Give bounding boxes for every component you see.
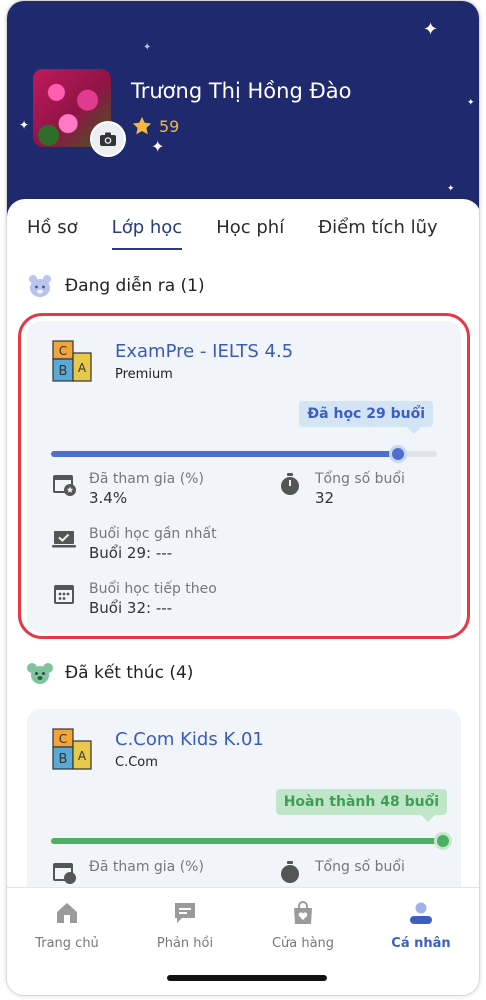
camera-icon [100,132,116,146]
nav-feedback[interactable]: Phản hồi [135,900,235,951]
app-screen: ✦ ✦ ✦ ✦ ✦ ✦ Trương Thị Hồng Đào 59 Hồ sơ… [6,0,480,996]
progress-tooltip: Hoàn thành 48 buổi [275,789,447,822]
abc-blocks-icon: C B A [52,728,92,770]
calendar-star-icon [53,863,76,884]
home-indicator [167,975,327,981]
home-icon [57,903,77,923]
sparkle-icon: ✦ [151,137,165,156]
nav-home[interactable]: Trang chủ [17,900,117,951]
shopping-bag-icon [294,901,312,924]
tab-classes[interactable]: Lớp học [111,217,183,250]
total-sessions-stat: Tổng số buổi [277,859,405,885]
nav-label: Trang chủ [35,936,99,951]
profile-tabs: Hồ sơ Lớp học Học phí Điểm tích lũy [27,217,438,250]
tab-tuition[interactable]: Học phí [216,217,284,250]
points-value: 59 [159,116,180,136]
profile-header: ✦ ✦ ✦ ✦ ✦ ✦ Trương Thị Hồng Đào 59 [7,1,479,226]
svg-text:C: C [59,732,67,746]
user-name: Trương Thị Hồng Đào [131,79,352,103]
message-icon [175,903,195,923]
ongoing-title: Đang diễn ra (1) [65,276,205,296]
sparkle-icon: ✦ [447,184,455,194]
course-card-finished[interactable]: C B A C.Com Kids K.01 C.Com Hoàn thành 4… [27,709,461,909]
nav-label: Phản hồi [156,936,214,951]
change-avatar-button[interactable] [90,121,126,157]
finished-title: Đã kết thúc (4) [65,663,194,683]
tab-points[interactable]: Điểm tích lũy [318,217,437,250]
reward-points: 59 [131,115,179,137]
course-type: C.Com [115,755,158,770]
nav-store[interactable]: Cửa hàng [253,900,353,951]
course-name[interactable]: C.Com Kids K.01 [115,729,264,750]
nav-profile[interactable]: Cá nhân [371,900,471,951]
ongoing-section-title: Đang diễn ra (1) [27,274,205,298]
sparkle-icon: ✦ [143,42,152,53]
participation-stat: Đã tham gia (%) [51,859,204,885]
svg-text:A: A [78,749,87,763]
svg-text:B: B [59,752,68,767]
nav-label: Cửa hàng [271,936,335,951]
progress-track [51,832,452,850]
koala-icon [27,663,53,684]
nav-label: Cá nhân [391,936,451,951]
sparkle-icon: ✦ [423,19,439,40]
total-sessions-label: Tổng số buổi [315,859,405,875]
tab-profile[interactable]: Hồ sơ [27,217,78,250]
sparkle-icon: ✦ [467,98,475,108]
user-icon [410,902,432,924]
progress-fill [51,838,443,844]
finished-section-title: Đã kết thúc (4) [27,661,193,685]
highlight-outline [18,313,470,639]
sparkle-icon: ✦ [19,118,30,132]
participation-label: Đã tham gia (%) [89,859,204,875]
bear-icon [29,275,51,297]
progress-knob [434,832,452,850]
star-icon [132,116,152,135]
stopwatch-icon [281,861,299,883]
